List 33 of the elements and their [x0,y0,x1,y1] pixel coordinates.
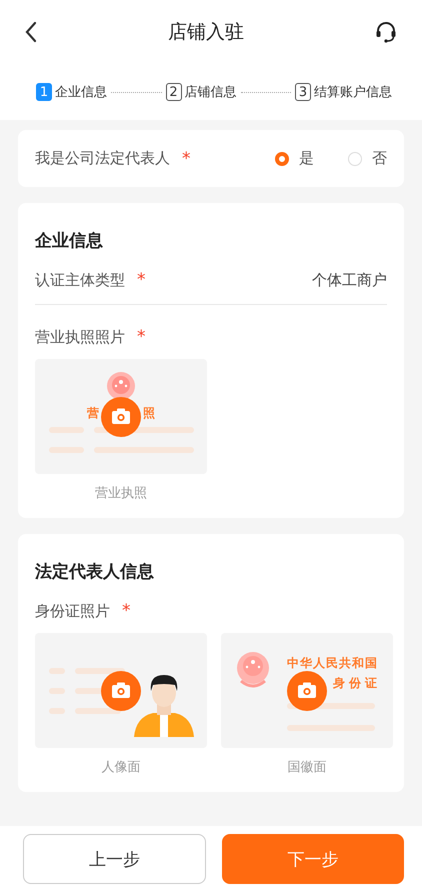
field-label: 身份证照片 [35,602,110,620]
emblem-icon [235,651,271,689]
field-label: 认证主体类型 [35,270,125,290]
required-mark: * [182,148,190,168]
upload-tile[interactable] [35,633,207,748]
camera-icon[interactable] [101,397,141,437]
card-text: 营 [87,405,99,422]
step-tab[interactable]: 3 结算账户信息 [295,83,392,101]
required-mark: * [137,327,146,347]
upload-caption: 人像面 [102,759,140,776]
step-tab[interactable]: 2 店铺信息 [166,83,236,101]
upload-caption: 营业执照 [95,485,147,502]
camera-icon[interactable] [101,671,141,711]
radio-button[interactable]: 否 [348,149,387,168]
step-tab[interactable]: 1 企业信息 [36,83,107,101]
required-mark: * [137,270,146,290]
back-icon[interactable] [24,21,38,43]
emblem-icon [106,371,136,401]
headset-icon[interactable] [374,20,398,44]
section-title: 企业信息 [35,230,104,252]
camera-icon[interactable] [287,671,327,711]
card-text: 身份证 [333,675,381,692]
card-text: 照 [143,405,155,422]
field-label: 我是公司法定代表人 [35,149,170,168]
section-title: 法定代表人信息 [35,561,155,583]
page-title: 店铺入驻 [168,20,244,45]
radio-button[interactable]: 是 [275,149,314,168]
field-value[interactable]: 个体工商户 [312,270,387,290]
required-mark: * [122,601,130,621]
card-text: 中华人民共和国 [287,655,378,672]
upload-caption: 国徽面 [288,759,326,776]
back-button[interactable]: 上一步 [23,834,206,884]
field-label: 营业执照照片 [35,328,125,346]
